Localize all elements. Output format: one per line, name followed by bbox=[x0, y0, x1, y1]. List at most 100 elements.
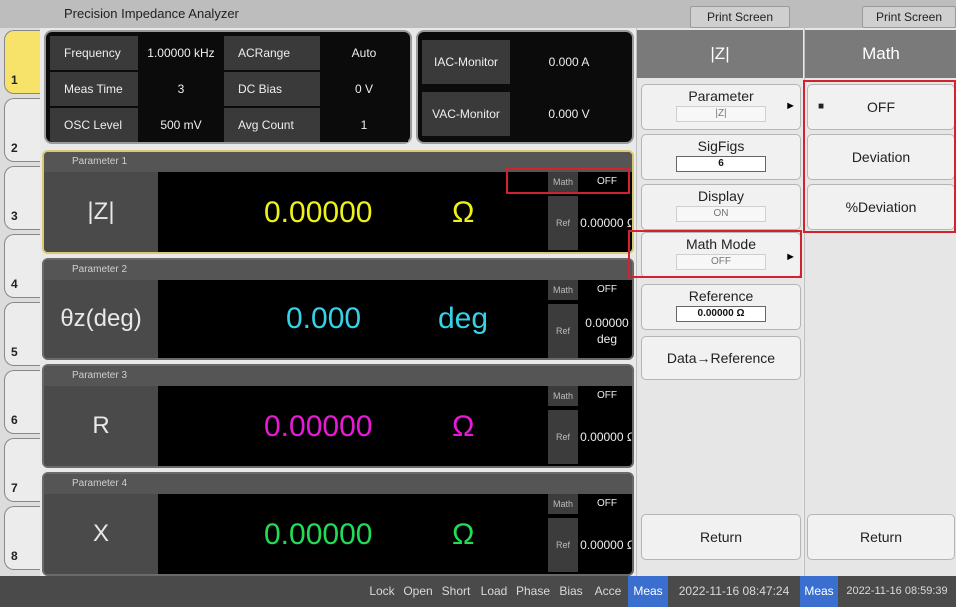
parameter-unit: Ω bbox=[452, 196, 475, 229]
meas-badge: Meas bbox=[628, 576, 668, 607]
channel-tab-8[interactable]: 8 bbox=[4, 506, 40, 570]
meastime-value[interactable]: 3 bbox=[138, 72, 224, 106]
vac-monitor-label: VAC-Monitor bbox=[422, 92, 510, 136]
math-mode-button[interactable]: Math Mode OFF ► bbox=[641, 232, 801, 278]
softkey-menu: |Z| Parameter |Z| ► SigFigs 6 Display ON… bbox=[636, 28, 803, 576]
sigfigs-input[interactable]: 6 bbox=[676, 156, 766, 172]
return-button[interactable]: Return bbox=[641, 514, 801, 560]
menu-title: |Z| bbox=[637, 30, 803, 78]
channel-tab-6[interactable]: 6 bbox=[4, 370, 40, 434]
math-pct-deviation-option[interactable]: %Deviation bbox=[807, 184, 955, 230]
dcbias-value[interactable]: 0 V bbox=[320, 72, 408, 106]
math-label: Math bbox=[548, 172, 578, 192]
channel-tab-4[interactable]: 4 bbox=[4, 234, 40, 298]
dcbias-label: DC Bias bbox=[224, 72, 320, 106]
parameter-panel-3[interactable]: Parameter 3 R 0.00000 Ω Math OFF Ref 0.0… bbox=[42, 364, 634, 468]
parameter-panel-1[interactable]: Parameter 1 |Z| 0.00000 Ω Math OFF Ref 0… bbox=[42, 150, 634, 254]
ref-label: Ref bbox=[548, 518, 578, 572]
parameter-value: 0.000 bbox=[286, 302, 362, 335]
status-bar: Lock Open Short Load Phase Bias Acce Mea… bbox=[0, 576, 956, 607]
math-value: OFF bbox=[597, 498, 617, 509]
math-off-label: OFF bbox=[867, 99, 895, 115]
parameter-display: 0.00000 Ω bbox=[158, 172, 546, 252]
ref-label: Ref bbox=[548, 304, 578, 358]
math-value: OFF bbox=[597, 284, 617, 295]
parameter-panel-2[interactable]: Parameter 2 θz(deg) 0.000 deg Math OFF R… bbox=[42, 258, 634, 360]
submenu-return-button[interactable]: Return bbox=[807, 514, 955, 560]
frequency-value[interactable]: 1.00000 kHz bbox=[138, 36, 224, 70]
reference-input[interactable]: 0.00000 Ω bbox=[676, 306, 766, 322]
timestamp-secondary: 2022-11-16 08:59:39 bbox=[846, 585, 948, 597]
math-label: Math bbox=[548, 386, 578, 406]
math-ref-column: Math OFF Ref 0.00000 Ω bbox=[546, 386, 634, 466]
reference-button[interactable]: Reference 0.00000 Ω bbox=[641, 284, 801, 330]
math-mode-button-value: OFF bbox=[676, 254, 766, 270]
parameter-value: 0.00000 bbox=[264, 518, 373, 551]
status-load: Load bbox=[480, 584, 508, 598]
avgcount-label: Avg Count bbox=[224, 108, 320, 142]
acrange-value[interactable]: Auto bbox=[320, 36, 408, 70]
parameter-header: Parameter 2 bbox=[44, 260, 632, 280]
math-off-option[interactable]: ■ OFF bbox=[807, 84, 955, 130]
channel-tab-7[interactable]: 7 bbox=[4, 438, 40, 502]
parameter-unit: Ω bbox=[452, 518, 475, 551]
parameter-display: 0.00000 Ω bbox=[158, 494, 546, 574]
parameter-display: 0.000 deg bbox=[158, 280, 546, 358]
parameter-button[interactable]: Parameter |Z| ► bbox=[641, 84, 801, 130]
math-submenu: Math ■ OFF Deviation %Deviation Return bbox=[804, 28, 956, 576]
parameter-unit: Ω bbox=[452, 410, 475, 443]
meastime-label: Meas Time bbox=[50, 72, 138, 106]
ref-label: Ref bbox=[548, 196, 578, 250]
avgcount-value[interactable]: 1 bbox=[320, 108, 408, 142]
ref-value: 0.00000 deg bbox=[585, 316, 629, 346]
parameter-name: R bbox=[44, 386, 158, 466]
math-value: OFF bbox=[597, 390, 617, 401]
math-mode-button-label: Math Mode bbox=[685, 236, 757, 252]
channel-tab-2[interactable]: 2 bbox=[4, 98, 40, 162]
status-bias: Bias bbox=[559, 584, 583, 598]
data-to-reference-button[interactable]: Data→Reference bbox=[641, 336, 801, 380]
status-short: Short bbox=[441, 584, 471, 598]
parameter-value: 0.00000 bbox=[264, 410, 373, 443]
sigfigs-button-label: SigFigs bbox=[697, 138, 745, 154]
sigfigs-button[interactable]: SigFigs 6 bbox=[641, 134, 801, 180]
meas-badge-secondary: Meas bbox=[800, 576, 838, 607]
parameter-name: |Z| bbox=[44, 172, 158, 252]
osclevel-value[interactable]: 500 mV bbox=[138, 108, 224, 142]
math-ref-column: Math OFF Ref 0.00000 Ω bbox=[546, 172, 632, 252]
math-label: Math bbox=[548, 494, 578, 514]
math-value: OFF bbox=[597, 176, 617, 187]
parameter-display: 0.00000 Ω bbox=[158, 386, 546, 466]
ref-value: 0.00000 Ω bbox=[580, 430, 634, 444]
status-acce: Acce bbox=[594, 584, 622, 598]
print-screen-button-secondary[interactable]: Print Screen bbox=[862, 6, 956, 28]
parameter-header: Parameter 3 bbox=[44, 366, 632, 386]
ref-label: Ref bbox=[548, 410, 578, 464]
display-button-label: Display bbox=[698, 188, 744, 204]
measurement-settings-panel: Frequency 1.00000 kHz ACRange Auto Meas … bbox=[44, 30, 412, 144]
timestamp: 2022-11-16 08:47:24 bbox=[678, 584, 790, 598]
print-screen-button[interactable]: Print Screen bbox=[690, 6, 790, 28]
vac-monitor-value: 0.000 V bbox=[510, 92, 628, 136]
parameter-name: θz(deg) bbox=[44, 280, 158, 358]
parameter-header: Parameter 1 bbox=[44, 152, 632, 172]
math-ref-column: Math OFF Ref 0.00000 deg bbox=[546, 280, 632, 358]
acrange-label: ACRange bbox=[224, 36, 320, 70]
reference-button-label: Reference bbox=[688, 288, 754, 304]
math-ref-column: Math OFF Ref 0.00000 Ω bbox=[546, 494, 634, 574]
selected-marker-icon: ■ bbox=[818, 101, 825, 112]
channel-tab-5[interactable]: 5 bbox=[4, 302, 40, 366]
channel-tab-3[interactable]: 3 bbox=[4, 166, 40, 230]
submenu-title: Math bbox=[805, 30, 956, 78]
osclevel-label: OSC Level bbox=[50, 108, 138, 142]
channel-tab-1[interactable]: 1 bbox=[4, 30, 40, 94]
parameter-header: Parameter 4 bbox=[44, 474, 632, 494]
submenu-arrow-icon: ► bbox=[785, 100, 796, 112]
monitor-panel: IAC-Monitor 0.000 A VAC-Monitor 0.000 V bbox=[416, 30, 634, 144]
display-button[interactable]: Display ON bbox=[641, 184, 801, 230]
parameter-button-value: |Z| bbox=[676, 106, 766, 122]
ref-value: 0.00000 Ω bbox=[580, 538, 634, 552]
math-deviation-option[interactable]: Deviation bbox=[807, 134, 955, 180]
parameter-panel-4[interactable]: Parameter 4 X 0.00000 Ω Math OFF Ref 0.0… bbox=[42, 472, 634, 576]
parameter-value: 0.00000 bbox=[264, 196, 373, 229]
